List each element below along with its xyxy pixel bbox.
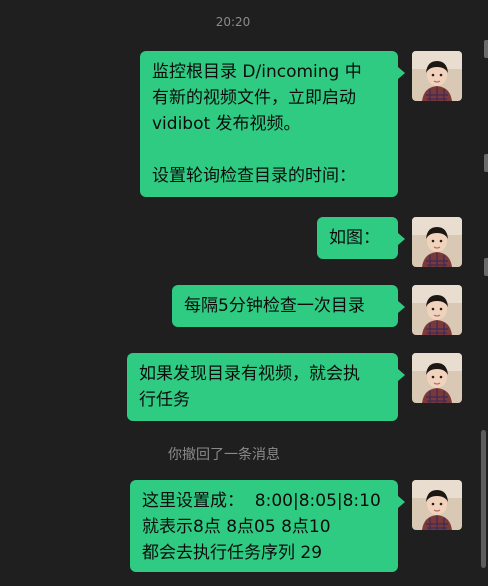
user-avatar-icon[interactable] bbox=[412, 217, 462, 267]
chat-message-bubble[interactable]: 如果发现目录有视频，就会执 行任务 bbox=[127, 353, 405, 421]
chat-window: 20:20 监控根目录 D/incoming 中 有新的视频文件，立即启动 vi… bbox=[0, 0, 488, 586]
user-avatar-icon[interactable] bbox=[412, 353, 462, 403]
recall-notice: 你撤回了一条消息 bbox=[168, 447, 280, 463]
scrollbar-track[interactable] bbox=[480, 0, 488, 586]
chat-message-bubble[interactable]: 监控根目录 D/incoming 中 有新的视频文件，立即启动 vidibot … bbox=[140, 51, 405, 197]
user-avatar-icon[interactable] bbox=[412, 285, 462, 335]
chat-message-bubble[interactable]: 这里设置成： 8:00|8:05|8:10 就表示8点 8点05 8点10 都会… bbox=[130, 480, 405, 572]
chat-message-bubble[interactable]: 每隔5分钟检查一次目录 bbox=[172, 285, 405, 327]
scrollbar-thumb[interactable] bbox=[481, 430, 486, 568]
user-avatar-icon[interactable] bbox=[412, 480, 462, 530]
message-timestamp: 20:20 bbox=[215, 15, 251, 29]
user-avatar-icon[interactable] bbox=[412, 51, 462, 101]
chat-message-bubble[interactable]: 如图： bbox=[317, 217, 405, 259]
